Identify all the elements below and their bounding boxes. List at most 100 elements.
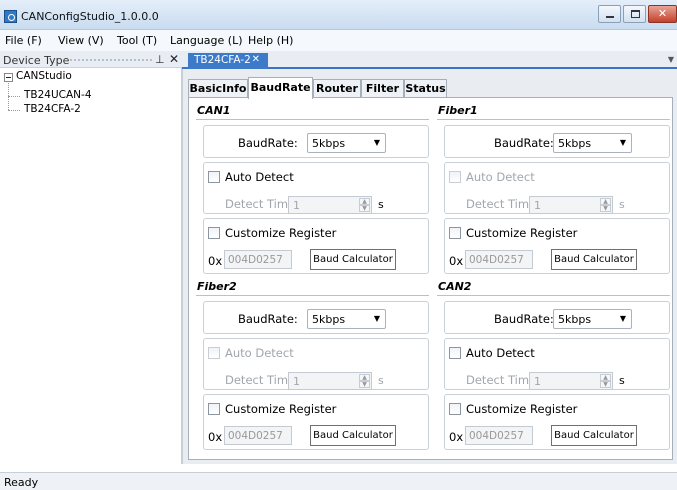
baud-calculator-button[interactable]: Baud Calculator: [551, 249, 637, 270]
spin-down-icon[interactable]: ▼: [600, 205, 611, 212]
baudrate-select[interactable]: 5kbps ▼: [553, 309, 632, 329]
spin-down-icon[interactable]: ▼: [359, 381, 370, 388]
group-can1: CAN1 BaudRate: 5kbps ▼ Auto Detect Detec…: [196, 104, 430, 278]
baud-calculator-button[interactable]: Baud Calculator: [310, 425, 396, 446]
register-field[interactable]: 004D0257: [224, 426, 292, 445]
document-tab[interactable]: TB24CFA-2 ✕: [188, 53, 268, 69]
customize-register-label: Customize Register: [225, 402, 337, 416]
detect-timeout-spinner[interactable]: 1 ▲ ▼: [288, 372, 372, 390]
spin-down-icon[interactable]: ▼: [359, 205, 370, 212]
register-field[interactable]: 004D0257: [465, 250, 533, 269]
baudrate-label: BaudRate:: [494, 312, 554, 326]
detect-timeout-spinner[interactable]: 1 ▲ ▼: [529, 196, 613, 214]
close-icon[interactable]: ✕: [252, 54, 260, 65]
register-prefix: 0x: [449, 254, 464, 268]
register-prefix: 0x: [449, 430, 464, 444]
baudrate-label: BaudRate:: [238, 312, 298, 326]
menu-language[interactable]: Language (L): [170, 34, 243, 47]
tree-item[interactable]: TB24CFA-2: [24, 103, 81, 115]
device-panel-title: Device Type: [3, 54, 70, 67]
unit-label: s: [619, 374, 625, 387]
customize-register-box: Customize Register 0x 004D0257 Baud Calc…: [444, 394, 670, 450]
auto-detect-checkbox[interactable]: [208, 347, 220, 359]
baudrate-row: BaudRate: 5kbps ▼: [203, 301, 429, 334]
chevron-down-icon[interactable]: ▼: [668, 55, 674, 64]
baudrate-tabpage: CAN1 BaudRate: 5kbps ▼ Auto Detect Detec…: [188, 97, 673, 460]
group-title: Fiber2: [197, 280, 237, 293]
detect-timeout-spinner[interactable]: 1 ▲ ▼: [529, 372, 613, 390]
menu-tool[interactable]: Tool (T): [117, 34, 157, 47]
menu-view[interactable]: View (V): [58, 34, 104, 47]
register-field[interactable]: 004D0257: [465, 426, 533, 445]
baudrate-select[interactable]: 5kbps ▼: [307, 309, 386, 329]
auto-detect-checkbox[interactable]: [208, 171, 220, 183]
group-title: CAN1: [197, 104, 231, 117]
auto-detect-checkbox[interactable]: [449, 171, 461, 183]
baudrate-select[interactable]: 5kbps ▼: [307, 133, 386, 153]
status-bar: Ready: [0, 472, 677, 490]
auto-detect-box: Auto Detect Detect Timeout: 1 ▲ ▼ s: [444, 338, 670, 390]
divider: [196, 295, 429, 296]
panel-grip[interactable]: [70, 59, 152, 61]
app-icon: [4, 10, 17, 23]
divider: [437, 119, 670, 120]
menu-file[interactable]: File (F): [5, 34, 42, 47]
auto-detect-checkbox[interactable]: [449, 347, 461, 359]
baud-calculator-button[interactable]: Baud Calculator: [551, 425, 637, 446]
spin-up-icon[interactable]: ▲: [359, 374, 370, 381]
tree-item[interactable]: TB24UCAN-4: [24, 89, 92, 101]
device-panel: Device Type ⊥ ✕ CANStudio TB24UCAN-4 TB2…: [0, 51, 182, 464]
tree-root[interactable]: CANStudio: [16, 70, 72, 82]
auto-detect-box: Auto Detect Detect Timeout: 1 ▲ ▼ s: [203, 338, 429, 390]
unit-label: s: [378, 374, 384, 387]
chevron-down-icon: ▼: [619, 314, 626, 323]
chevron-down-icon: ▼: [373, 314, 380, 323]
maximize-button[interactable]: [623, 5, 646, 23]
baudrate-row: BaudRate: 5kbps ▼: [444, 301, 670, 334]
auto-detect-label: Auto Detect: [225, 170, 294, 184]
spin-up-icon[interactable]: ▲: [600, 374, 611, 381]
baudrate-label: BaudRate:: [238, 136, 298, 150]
detect-timeout-spinner[interactable]: 1 ▲ ▼: [288, 196, 372, 214]
auto-detect-box: Auto Detect Detect Timeout: 1 ▲ ▼ s: [203, 162, 429, 214]
register-prefix: 0x: [208, 430, 223, 444]
group-can2: CAN2 BaudRate: 5kbps ▼ Auto Detect Detec…: [437, 280, 671, 454]
close-icon: ✕: [657, 7, 668, 20]
unit-label: s: [619, 198, 625, 211]
tab-basicinfo[interactable]: BasicInfo: [188, 79, 248, 98]
register-prefix: 0x: [208, 254, 223, 268]
collapse-icon[interactable]: [4, 73, 13, 82]
spin-up-icon[interactable]: ▲: [359, 198, 370, 205]
customize-register-label: Customize Register: [466, 402, 578, 416]
menu-help[interactable]: Help (H): [248, 34, 293, 47]
auto-detect-label: Auto Detect: [466, 170, 535, 184]
baudrate-label: BaudRate:: [494, 136, 554, 150]
group-fiber2: Fiber2 BaudRate: 5kbps ▼ Auto Detect Det…: [196, 280, 430, 454]
customize-register-checkbox[interactable]: [208, 227, 220, 239]
spin-down-icon[interactable]: ▼: [600, 381, 611, 388]
close-icon[interactable]: ✕: [169, 52, 179, 66]
spin-up-icon[interactable]: ▲: [600, 198, 611, 205]
close-button[interactable]: ✕: [648, 5, 677, 23]
baudrate-row: BaudRate: 5kbps ▼: [444, 125, 670, 158]
group-title: Fiber1: [438, 104, 478, 117]
register-field[interactable]: 004D0257: [224, 250, 292, 269]
customize-register-box: Customize Register 0x 004D0257 Baud Calc…: [203, 218, 429, 274]
menu-bar: File (F) View (V) Tool (T) Language (L) …: [0, 30, 677, 51]
tab-status[interactable]: Status: [404, 79, 447, 98]
customize-register-checkbox[interactable]: [449, 227, 461, 239]
tab-filter[interactable]: Filter: [361, 79, 404, 98]
tab-baudrate[interactable]: BaudRate: [248, 77, 313, 99]
pin-icon[interactable]: ⊥: [155, 53, 165, 66]
customize-register-checkbox[interactable]: [208, 403, 220, 415]
baudrate-row: BaudRate: 5kbps ▼: [203, 125, 429, 158]
baud-calculator-button[interactable]: Baud Calculator: [310, 249, 396, 270]
auto-detect-label: Auto Detect: [225, 346, 294, 360]
customize-register-checkbox[interactable]: [449, 403, 461, 415]
customize-register-label: Customize Register: [225, 226, 337, 240]
baudrate-select[interactable]: 5kbps ▼: [553, 133, 632, 153]
minimize-button[interactable]: [598, 5, 621, 23]
tab-router[interactable]: Router: [313, 79, 361, 98]
maximize-icon: [631, 10, 640, 18]
document-tab-label: TB24CFA-2: [194, 54, 251, 66]
